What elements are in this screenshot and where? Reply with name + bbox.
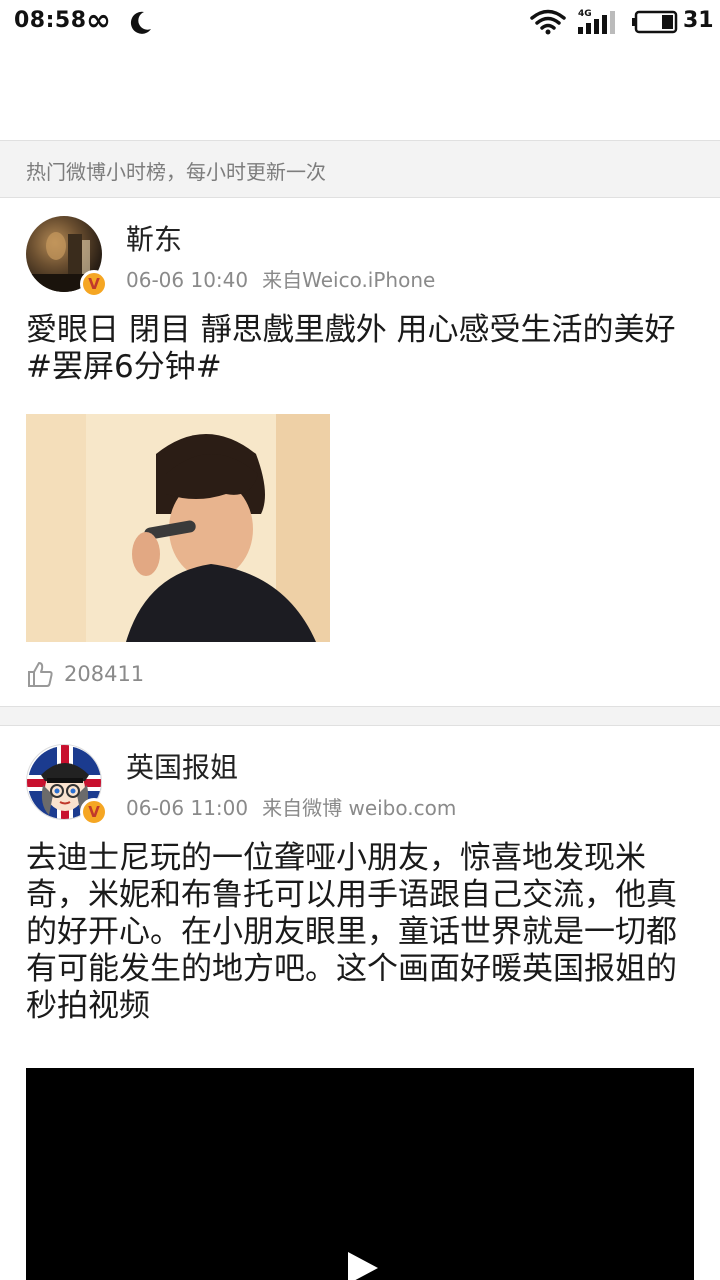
infinity-icon: ∞ [86,3,111,38]
verified-icon: V [80,270,108,298]
post-time: 06-06 10:40 [126,268,249,292]
post-image[interactable] [26,414,330,642]
video-player[interactable] [26,1068,694,1280]
battery-icon [632,10,678,34]
notice-text: 热门微博小时榜，每小时更新一次 [26,160,326,184]
weibo-post[interactable]: V 靳东 06-06 10:40 来自Weico.iPhone 愛眼日 閉目 靜思… [0,198,720,706]
like-icon [28,662,53,687]
status-bar: 08:58 ∞ 4G 31 [0,0,720,44]
author-name[interactable]: 英国报姐 [126,746,238,786]
author-name[interactable]: 靳东 [126,218,182,258]
post-source: 来自微博 weibo.com [262,796,457,820]
post-source: 来自Weico.iPhone [262,268,436,292]
post-text[interactable]: 去迪士尼玩的一位聋哑小朋友，惊喜地发现米奇，米妮和布鲁托可以用手语跟自己交流，他… [26,840,694,1025]
post-time: 06-06 11:00 [126,796,249,820]
post-text[interactable]: 愛眼日 閉目 靜思戲里戲外 用心感受生活的美好 #罢屏6分钟# [26,312,694,386]
moon-icon [130,11,151,34]
verified-icon: V [80,798,108,826]
card-separator [0,706,720,726]
hourly-ranking-notice: 热门微博小时榜，每小时更新一次 [0,140,720,198]
post-meta: 06-06 10:40 来自Weico.iPhone [126,264,435,293]
battery-level: 31 [683,8,714,33]
like-count: 208411 [64,662,145,686]
post-photo [26,414,330,642]
signal-icon: 4G [578,9,615,34]
weibo-post[interactable]: V 英国报姐 06-06 11:00 来自微博 weibo.com 去迪士尼玩的一… [0,726,720,1280]
status-time: 08:58 [14,8,87,33]
play-icon[interactable] [346,1250,380,1280]
signal-label: 4G [578,9,592,19]
post-meta: 06-06 11:00 来自微博 weibo.com [126,792,456,821]
wifi-icon [530,9,566,35]
